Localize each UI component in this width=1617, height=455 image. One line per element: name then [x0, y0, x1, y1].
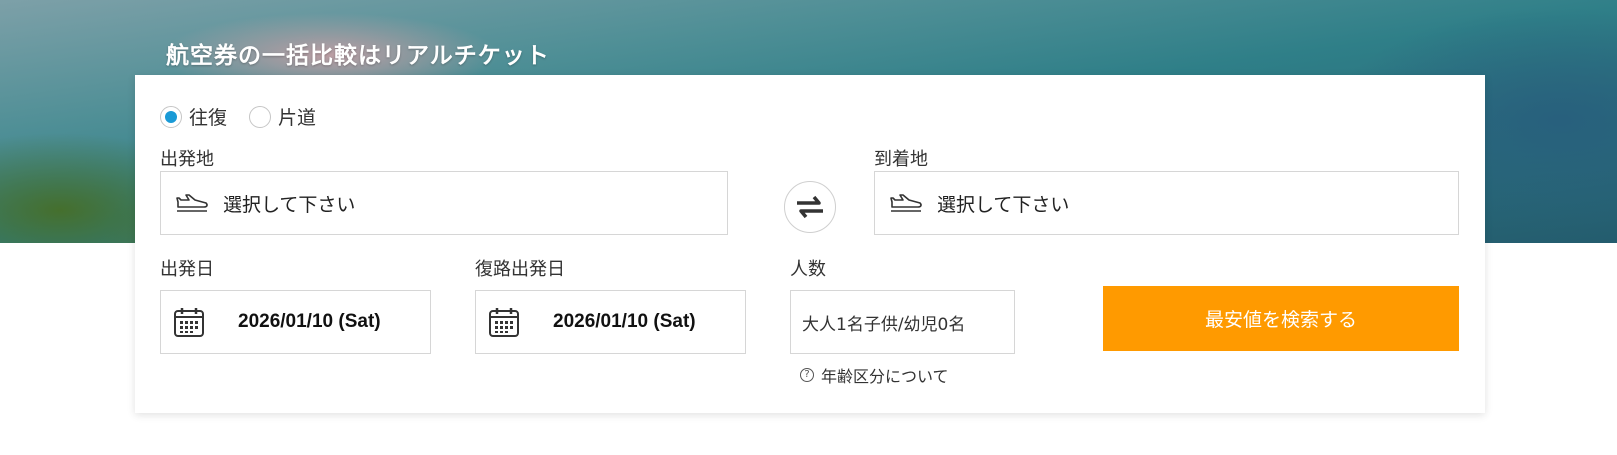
- takeoff-plane-icon: [175, 192, 209, 214]
- search-button[interactable]: 最安値を検索する: [1103, 286, 1459, 351]
- calendar-icon: [488, 306, 520, 338]
- radio-roundtrip[interactable]: [160, 105, 182, 128]
- origin-placeholder: 選択して下さい: [223, 193, 356, 216]
- passengers-value: 大人1名子供/幼児0名: [802, 314, 966, 335]
- swap-arrows-icon: [793, 194, 827, 220]
- origin-label: 出発地: [160, 149, 214, 170]
- return-date-value: 2026/01/10 (Sat): [553, 311, 696, 332]
- destination-field[interactable]: 選択して下さい: [874, 171, 1459, 235]
- age-info-link[interactable]: ? 年齢区分について: [800, 363, 949, 387]
- question-circle-icon: ?: [800, 368, 814, 382]
- return-date-label: 復路出発日: [475, 259, 565, 280]
- trip-type-roundtrip[interactable]: 往復: [160, 103, 227, 130]
- age-info-label: 年齢区分について: [821, 367, 949, 386]
- oneway-label: 片道: [278, 107, 317, 129]
- depart-date-value: 2026/01/10 (Sat): [238, 311, 381, 332]
- roundtrip-label: 往復: [189, 107, 228, 129]
- return-date-field[interactable]: 2026/01/10 (Sat): [475, 290, 746, 354]
- radio-selected-dot: [165, 110, 177, 123]
- origin-field[interactable]: 選択して下さい: [160, 171, 728, 235]
- radio-oneway[interactable]: [249, 105, 272, 128]
- swap-button[interactable]: [784, 181, 836, 233]
- hero-title: 航空券の一括比較はリアルチケット: [166, 43, 550, 69]
- calendar-icon: [173, 306, 205, 338]
- trip-type-oneway[interactable]: 片道: [249, 103, 316, 130]
- depart-date-label: 出発日: [160, 259, 214, 280]
- passengers-label: 人数: [790, 259, 826, 280]
- depart-date-field[interactable]: 2026/01/10 (Sat): [160, 290, 431, 354]
- destination-label: 到着地: [874, 149, 928, 170]
- passengers-field[interactable]: 大人1名子供/幼児0名: [790, 290, 1015, 354]
- trip-type-group: 往復 片道: [160, 103, 338, 130]
- destination-placeholder: 選択して下さい: [937, 193, 1070, 216]
- landing-plane-icon: [889, 192, 923, 214]
- search-panel: 往復 片道 出発地 選択して下さい 到着地 選択して下さい 出発日 2026/0…: [135, 75, 1485, 413]
